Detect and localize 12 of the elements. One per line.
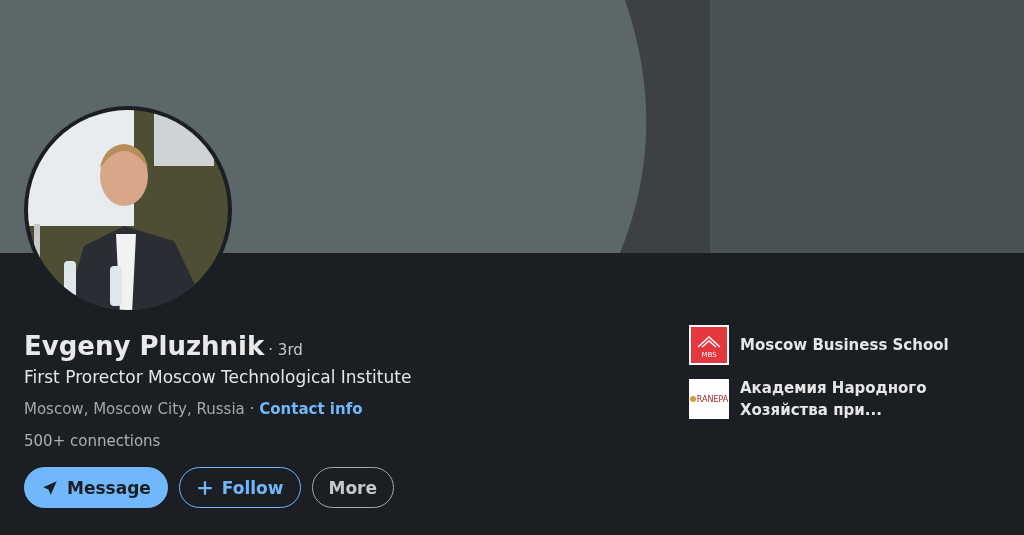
message-button[interactable]: Message — [24, 467, 168, 508]
send-icon — [41, 478, 59, 497]
profile-headline: First Prorector Moscow Technological Institute — [24, 366, 412, 389]
connection-degree: · 3rd — [268, 341, 303, 359]
school-name[interactable]: Moscow Business School — [740, 334, 990, 356]
profile-name: Evgeny Pluzhnik — [24, 330, 265, 363]
school-name[interactable]: Академия Народного Хозяйства при... — [740, 377, 990, 421]
location-text: Moscow, Moscow City, Russia · — [24, 399, 255, 419]
contact-info-link[interactable]: Contact info — [259, 399, 363, 419]
plus-icon — [195, 478, 214, 497]
connections-count: 500+ connections — [24, 431, 162, 451]
school-logo: RANEPA — [689, 379, 729, 419]
